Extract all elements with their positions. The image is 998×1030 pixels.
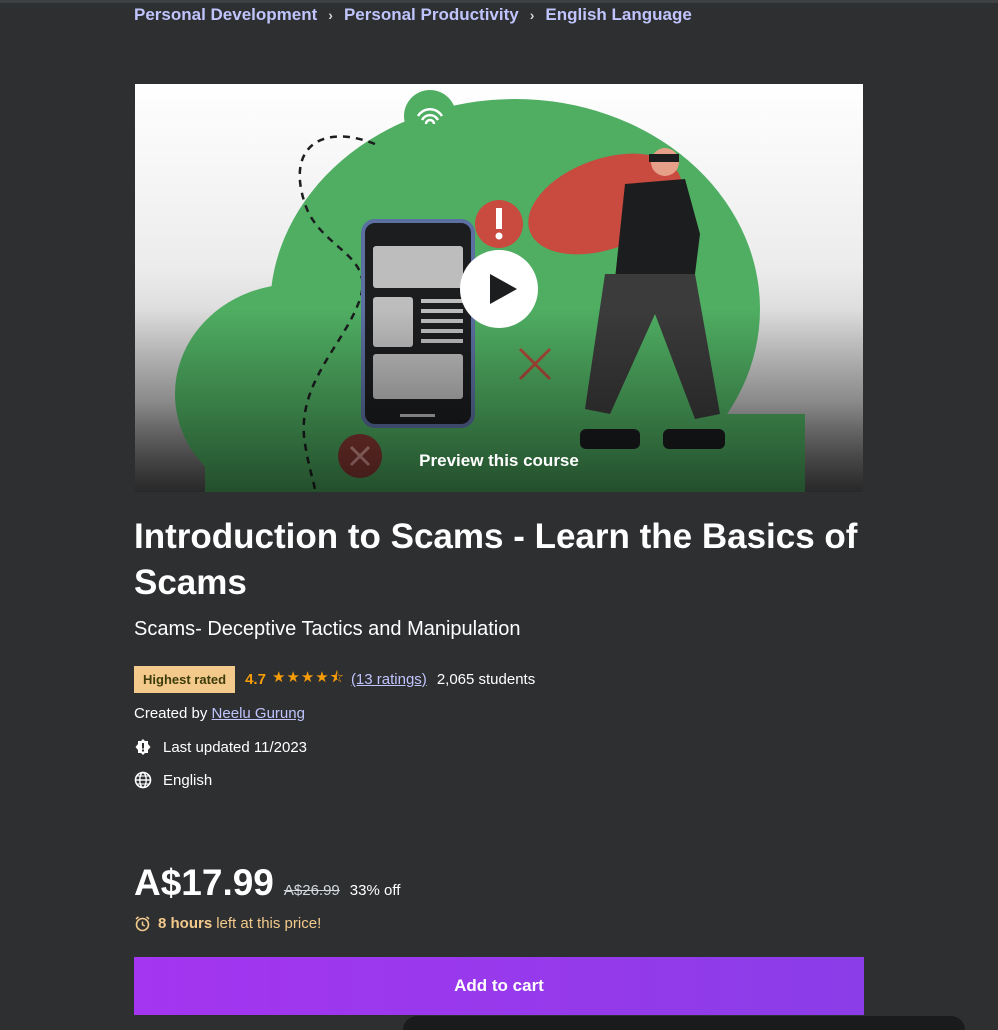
star-rating-icon: ★★★★⯪: [271, 669, 345, 686]
price-timer: 8 hours left at this price!: [134, 915, 321, 932]
language-text: English: [163, 771, 213, 789]
alarm-clock-icon: [134, 915, 151, 932]
course-preview-video[interactable]: Preview this course: [135, 84, 863, 492]
rating-row: Highest rated 4.7 ★★★★⯪ (13 ratings) 2,0…: [134, 666, 535, 693]
bottom-bar: [403, 1016, 965, 1030]
instructor-link[interactable]: Neelu Gurung: [212, 705, 305, 722]
play-icon: [489, 274, 517, 304]
last-updated-text: Last updated 11/2023: [163, 738, 308, 756]
original-price: A$26.99: [283, 882, 340, 899]
timer-text: left at this price!: [216, 915, 322, 932]
play-button[interactable]: [460, 250, 538, 328]
ratings-count-link[interactable]: (13 ratings): [351, 671, 427, 688]
globe-icon: [134, 771, 152, 789]
rating-value: 4.7: [245, 671, 266, 688]
last-updated: Last updated 11/2023: [134, 738, 307, 756]
price-row: A$17.99 A$26.99 33% off: [134, 862, 400, 904]
current-price: A$17.99: [134, 862, 274, 903]
course-title: Introduction to Scams - Learn the Basics…: [134, 517, 858, 602]
timer-hours: 8 hours: [158, 915, 213, 932]
breadcrumb-personal-development[interactable]: Personal Development: [134, 5, 317, 25]
course-subtitle: Scams- Deceptive Tactics and Manipulatio…: [134, 618, 521, 640]
alert-badge-icon: [134, 738, 152, 756]
breadcrumb-english-language[interactable]: English Language: [545, 5, 691, 25]
breadcrumb: Personal Development › Personal Producti…: [134, 5, 692, 25]
preview-label: Preview this course: [419, 451, 579, 470]
created-by-label: Created by: [134, 705, 208, 722]
top-divider: [0, 0, 998, 3]
students-count: 2,065 students: [436, 671, 536, 688]
chevron-right-icon: ›: [529, 7, 535, 23]
breadcrumb-personal-productivity[interactable]: Personal Productivity: [344, 5, 519, 25]
created-by: Created by Neelu Gurung: [134, 705, 305, 722]
discount-percent: 33% off: [349, 882, 401, 899]
add-to-cart-button[interactable]: Add to cart: [134, 957, 864, 1015]
highest-rated-badge: Highest rated: [134, 666, 236, 693]
course-language: English: [134, 771, 212, 789]
chevron-right-icon: ›: [328, 7, 333, 23]
